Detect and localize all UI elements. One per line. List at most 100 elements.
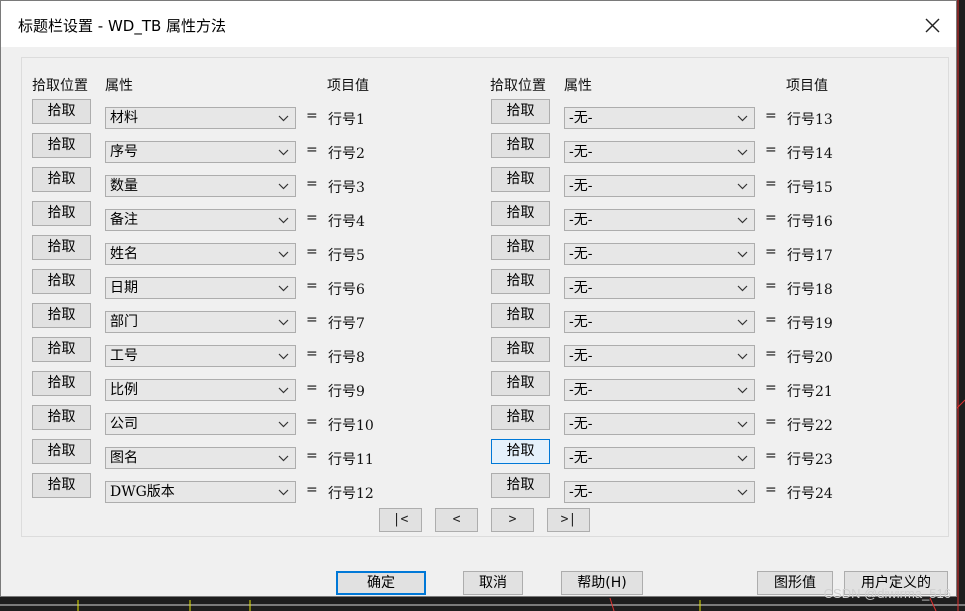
row-number-label: 行号5 <box>328 248 365 264</box>
attribute-select-value: -无- <box>569 382 593 398</box>
equals-sign: = <box>765 448 777 464</box>
close-icon <box>925 18 940 33</box>
attribute-select-right-5[interactable]: -无- <box>564 243 755 265</box>
equals-sign: = <box>306 482 318 498</box>
pick-button-right-10[interactable]: 拾取 <box>491 405 550 430</box>
equals-sign: = <box>306 448 318 464</box>
equals-sign: = <box>306 312 318 328</box>
row-number-label: 行号19 <box>787 316 833 332</box>
attribute-select-value: 日期 <box>110 280 138 296</box>
pick-button-right-1[interactable]: 拾取 <box>491 99 550 124</box>
attribute-select-left-7[interactable]: 部门 <box>105 311 296 333</box>
ok-button[interactable]: 确定 <box>336 571 426 595</box>
pick-button-right-5[interactable]: 拾取 <box>491 235 550 260</box>
pick-button-right-2[interactable]: 拾取 <box>491 133 550 158</box>
next-page-button[interactable]: > <box>491 508 534 532</box>
attribute-select-value: -无- <box>569 246 593 262</box>
attribute-select-right-12[interactable]: -无- <box>564 481 755 503</box>
attribute-select-value: 姓名 <box>110 246 138 262</box>
attribute-select-left-3[interactable]: 数量 <box>105 175 296 197</box>
pick-button-left-3[interactable]: 拾取 <box>32 167 91 192</box>
pick-button-left-2[interactable]: 拾取 <box>32 133 91 158</box>
pick-button-left-7[interactable]: 拾取 <box>32 303 91 328</box>
close-button[interactable] <box>918 12 946 38</box>
row-number-label: 行号15 <box>787 180 833 196</box>
row-number-label: 行号2 <box>328 146 365 162</box>
pick-button-left-10[interactable]: 拾取 <box>32 405 91 430</box>
row-number-label: 行号1 <box>328 112 365 128</box>
pick-button-left-11[interactable]: 拾取 <box>32 439 91 464</box>
row-number-label: 行号24 <box>787 486 833 502</box>
first-page-button[interactable]: |< <box>379 508 422 532</box>
chevron-down-icon <box>737 489 748 496</box>
attribute-select-value: -无- <box>569 280 593 296</box>
pick-button-right-8[interactable]: 拾取 <box>491 337 550 362</box>
chevron-down-icon <box>278 489 289 496</box>
attribute-select-right-3[interactable]: -无- <box>564 175 755 197</box>
equals-sign: = <box>306 108 318 124</box>
equals-sign: = <box>306 210 318 226</box>
row-number-label: 行号3 <box>328 180 365 196</box>
header-pick-position-left: 拾取位置 <box>32 78 88 94</box>
attribute-select-value: -无- <box>569 416 593 432</box>
pick-button-left-9[interactable]: 拾取 <box>32 371 91 396</box>
attribute-select-left-11[interactable]: 图名 <box>105 447 296 469</box>
attribute-select-value: 材料 <box>110 110 138 126</box>
attribute-select-left-2[interactable]: 序号 <box>105 141 296 163</box>
attribute-select-right-8[interactable]: -无- <box>564 345 755 367</box>
graphic-value-button[interactable]: 图形值 <box>757 571 833 595</box>
attribute-select-left-6[interactable]: 日期 <box>105 277 296 299</box>
equals-sign: = <box>306 414 318 430</box>
attribute-select-left-5[interactable]: 姓名 <box>105 243 296 265</box>
row-number-label: 行号23 <box>787 452 833 468</box>
pick-button-left-4[interactable]: 拾取 <box>32 201 91 226</box>
attribute-select-left-10[interactable]: 公司 <box>105 413 296 435</box>
attribute-select-right-11[interactable]: -无- <box>564 447 755 469</box>
attribute-select-left-9[interactable]: 比例 <box>105 379 296 401</box>
attribute-select-value: 比例 <box>110 382 138 398</box>
attribute-select-left-12[interactable]: DWG版本 <box>105 481 296 503</box>
attribute-select-right-10[interactable]: -无- <box>564 413 755 435</box>
attribute-select-left-8[interactable]: 工号 <box>105 345 296 367</box>
prev-page-button[interactable]: < <box>435 508 478 532</box>
pick-button-left-1[interactable]: 拾取 <box>32 99 91 124</box>
chevron-down-icon <box>278 183 289 190</box>
attribute-select-right-4[interactable]: -无- <box>564 209 755 231</box>
row-number-label: 行号18 <box>787 282 833 298</box>
cancel-button[interactable]: 取消 <box>463 571 523 595</box>
equals-sign: = <box>765 176 777 192</box>
chevron-down-icon <box>278 217 289 224</box>
pick-button-right-9[interactable]: 拾取 <box>491 371 550 396</box>
last-page-button[interactable]: >| <box>547 508 590 532</box>
row-number-label: 行号7 <box>328 316 365 332</box>
pick-button-right-4[interactable]: 拾取 <box>491 201 550 226</box>
equals-sign: = <box>765 210 777 226</box>
pick-button-left-8[interactable]: 拾取 <box>32 337 91 362</box>
csdn-watermark: CSDN @diwirma_516 <box>823 586 951 601</box>
attribute-select-right-6[interactable]: -无- <box>564 277 755 299</box>
row-number-label: 行号6 <box>328 282 365 298</box>
equals-sign: = <box>765 278 777 294</box>
attribute-select-left-4[interactable]: 备注 <box>105 209 296 231</box>
attribute-select-value: 序号 <box>110 144 138 160</box>
pick-button-right-12[interactable]: 拾取 <box>491 473 550 498</box>
attribute-select-right-1[interactable]: -无- <box>564 107 755 129</box>
row-number-label: 行号17 <box>787 248 833 264</box>
pick-button-left-6[interactable]: 拾取 <box>32 269 91 294</box>
attribute-select-value: 部门 <box>110 314 138 330</box>
pick-button-right-7[interactable]: 拾取 <box>491 303 550 328</box>
chevron-down-icon <box>278 421 289 428</box>
header-attribute-left: 属性 <box>105 78 133 94</box>
attribute-select-right-7[interactable]: -无- <box>564 311 755 333</box>
attribute-select-left-1[interactable]: 材料 <box>105 107 296 129</box>
pick-button-right-3[interactable]: 拾取 <box>491 167 550 192</box>
pick-button-left-12[interactable]: 拾取 <box>32 473 91 498</box>
attribute-select-right-2[interactable]: -无- <box>564 141 755 163</box>
pick-button-right-6[interactable]: 拾取 <box>491 269 550 294</box>
attribute-select-right-9[interactable]: -无- <box>564 379 755 401</box>
pick-button-left-5[interactable]: 拾取 <box>32 235 91 260</box>
equals-sign: = <box>306 176 318 192</box>
help-button[interactable]: 帮助(H) <box>561 571 643 595</box>
attribute-select-value: -无- <box>569 314 593 330</box>
pick-button-right-11[interactable]: 拾取 <box>491 439 550 464</box>
